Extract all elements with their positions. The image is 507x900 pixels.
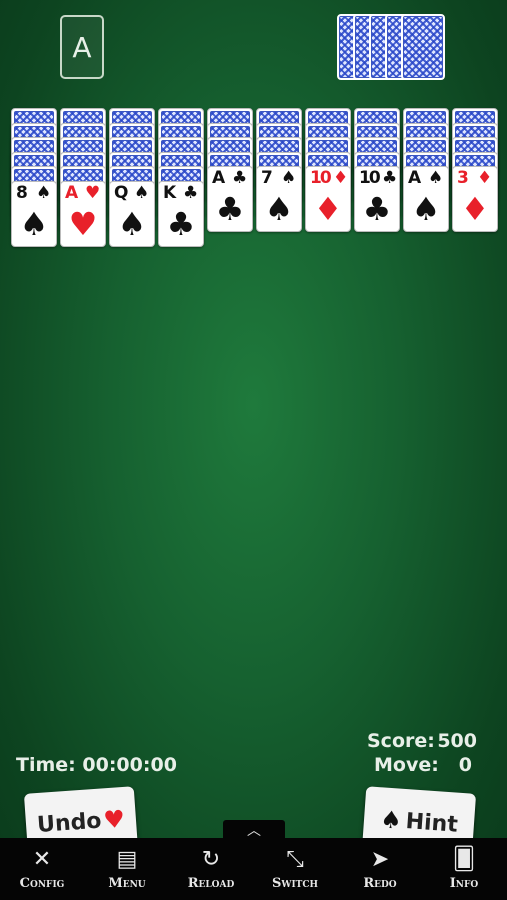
chevron-up-icon: ︿	[247, 823, 261, 839]
score-label: Score:	[367, 730, 435, 752]
stock-card[interactable]	[401, 14, 445, 80]
card-suit-big: ♦	[460, 190, 490, 228]
info-button[interactable]: 🂠 Info	[434, 838, 494, 900]
card-suit-small: ♣	[183, 182, 199, 203]
document-icon: ▤	[116, 847, 138, 872]
redo-label: Redo	[363, 876, 397, 891]
hint-label: Hint	[404, 808, 459, 838]
card-rank: 8	[16, 182, 28, 203]
faceup-card[interactable]: K ♣ ♣	[158, 180, 204, 247]
card-suit-big: ♣	[215, 190, 245, 228]
faceup-card[interactable]: 8 ♠ ♠	[11, 180, 57, 247]
card-back	[403, 16, 443, 78]
score-display: Score: 500	[367, 730, 477, 752]
reload-icon: ↻	[201, 847, 221, 872]
foundation-label: A	[72, 30, 92, 64]
card-rank: 7	[261, 168, 273, 188]
card-rank: A	[408, 168, 421, 188]
card-suit-big: ♦	[313, 190, 343, 228]
faceup-card[interactable]: A ♣ ♣	[207, 166, 253, 232]
undo-label: Undo	[36, 808, 103, 838]
toolbar-expand-handle[interactable]: ︿	[223, 820, 285, 840]
faceup-card[interactable]: A ♥ ♥	[60, 180, 106, 247]
faceup-card[interactable]: A ♠ ♠	[403, 166, 449, 232]
move-label: Move:	[374, 754, 439, 776]
tools-icon: ✕	[32, 847, 52, 872]
switch-button[interactable]: ⤡ Switch	[265, 838, 325, 900]
menu-button[interactable]: ▤ Menu	[97, 838, 157, 900]
expand-icon: ⤡	[286, 847, 304, 872]
foundation-slot[interactable]: A	[60, 15, 104, 79]
faceup-card[interactable]: 3 ♦ ♦	[452, 166, 498, 232]
time-label: Time:	[16, 754, 76, 776]
card-suit-small: ♥	[85, 182, 101, 203]
config-button[interactable]: ✕ Config	[12, 838, 72, 900]
config-label: Config	[19, 876, 65, 891]
info-label: Info	[449, 876, 479, 891]
move-display: Move: 0	[374, 754, 472, 776]
card-suit-big: ♣	[362, 190, 392, 228]
card-suit-small: ♠	[428, 168, 444, 188]
faceup-card[interactable]: Q ♠ ♠	[109, 180, 155, 247]
card-suit-big: ♣	[166, 204, 196, 243]
spade-icon: ♠	[379, 805, 403, 835]
card-rank: K	[163, 182, 176, 203]
card-suit-big: ♠	[264, 190, 294, 228]
card-rank: 10	[359, 168, 381, 188]
card-rank: Q	[114, 182, 128, 203]
card-rank: A	[212, 168, 225, 188]
time-value: 00:00:00	[82, 754, 177, 776]
card-suit-small: ♠	[36, 182, 52, 203]
bottom-toolbar: ✕ Config ▤ Menu ↻ Reload ⤡ Switch ➤ Redo…	[0, 838, 507, 900]
time-display: Time: 00:00:00	[16, 754, 177, 776]
card-suit-small: ♣	[232, 168, 248, 188]
redo-button[interactable]: ➤ Redo	[350, 838, 410, 900]
card-suit-small: ♠	[134, 182, 150, 203]
move-value: 0	[458, 754, 472, 776]
card-rank: 10	[310, 168, 332, 188]
card-info-icon: 🂠	[452, 847, 476, 872]
faceup-card[interactable]: 7 ♠ ♠	[256, 166, 302, 232]
card-rank: 3	[457, 168, 469, 188]
reload-button[interactable]: ↻ Reload	[181, 838, 241, 900]
switch-label: Switch	[271, 876, 319, 891]
card-suit-big: ♠	[19, 204, 49, 243]
card-suit-small: ♣	[382, 168, 398, 188]
menu-label: Menu	[108, 876, 146, 891]
heart-icon: ♥	[102, 804, 126, 835]
card-suit-big: ♥	[68, 204, 98, 243]
redo-icon: ➤	[370, 847, 390, 872]
reload-label: Reload	[187, 876, 235, 891]
card-suit-small: ♦	[333, 168, 349, 188]
card-suit-small: ♦	[477, 168, 493, 188]
card-suit-small: ♠	[281, 168, 297, 188]
card-suit-big: ♠	[411, 190, 441, 228]
faceup-card[interactable]: 10 ♦ ♦	[305, 166, 351, 232]
faceup-card[interactable]: 10 ♣ ♣	[354, 166, 400, 232]
card-suit-big: ♠	[117, 204, 147, 243]
score-value: 500	[437, 730, 477, 752]
card-rank: A	[65, 182, 78, 203]
